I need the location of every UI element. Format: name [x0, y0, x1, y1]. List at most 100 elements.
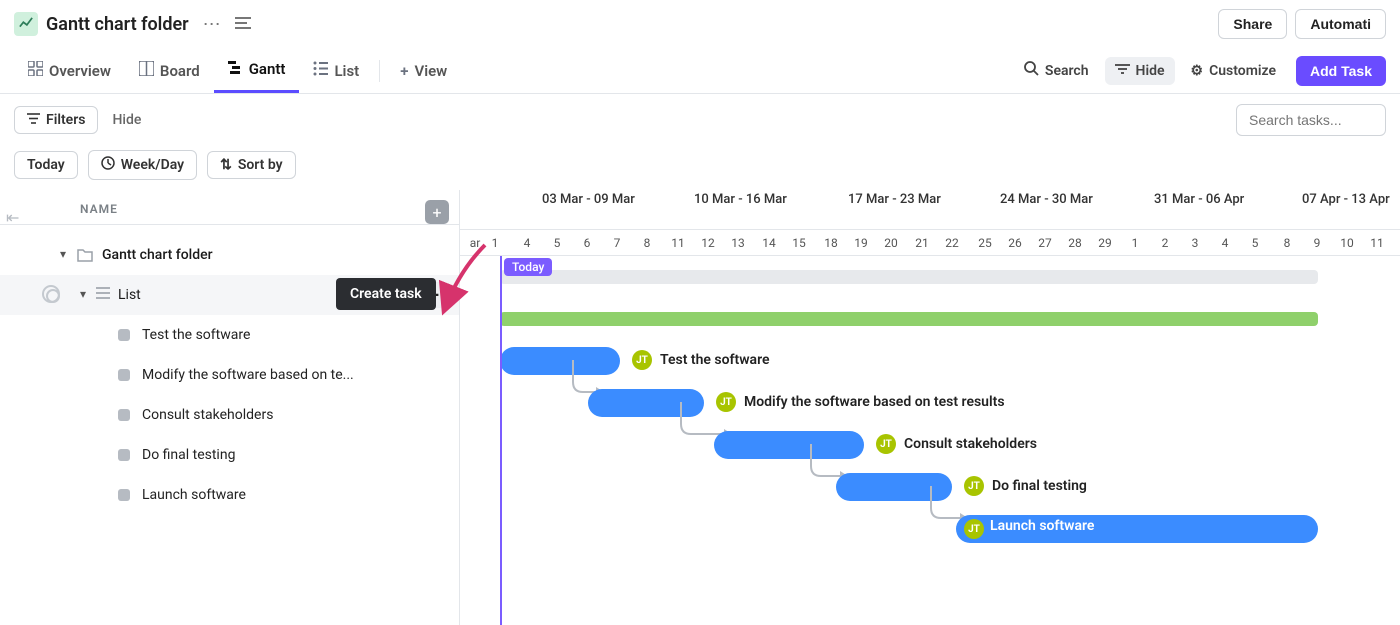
tab-board[interactable]: Board — [125, 48, 214, 93]
filter-row: Filters Hide — [0, 94, 1400, 146]
caret-icon[interactable]: ▾ — [60, 247, 66, 261]
day-cell: 25 — [970, 230, 1000, 256]
hide-icon — [1115, 63, 1130, 79]
automation-button[interactable]: Automati — [1295, 9, 1386, 39]
day-cell: 27 — [1030, 230, 1060, 256]
share-button[interactable]: Share — [1218, 9, 1287, 39]
week-label: 17 Mar - 23 Mar — [848, 192, 941, 207]
day-cell: 10 — [1332, 230, 1362, 256]
tab-gantt[interactable]: Gantt — [214, 48, 300, 93]
status-dot-icon — [118, 489, 130, 501]
task-row[interactable]: Consult stakeholders — [0, 395, 459, 435]
assignee-avatar[interactable]: JT — [632, 350, 652, 370]
gantt-row-folder — [460, 256, 1400, 298]
task-row[interactable]: Modify the software based on te... — [0, 355, 459, 395]
gantt-chart[interactable]: 03 Mar - 09 Mar 10 Mar - 16 Mar 17 Mar - 2… — [460, 190, 1400, 625]
status-dot-icon — [118, 449, 130, 461]
task-name: Modify the software based on te... — [142, 367, 354, 383]
label: Today — [27, 157, 65, 173]
status-dot-icon — [118, 409, 130, 421]
today-button[interactable]: Today — [14, 151, 78, 179]
search-icon — [1024, 61, 1039, 80]
main: ⇤ NAME + ▾ Gantt chart folder ▾ List — [0, 190, 1400, 625]
customize-button[interactable]: ⚙ Customize — [1181, 57, 1287, 85]
task-row[interactable]: Launch software — [0, 475, 459, 515]
topbar: Gantt chart folder ⋯ Share Automati — [0, 0, 1400, 48]
chart-icon — [14, 12, 38, 36]
folder-icon — [76, 246, 94, 264]
create-task-tooltip: Create task — [336, 278, 436, 310]
add-task-button[interactable]: Add Task — [1296, 56, 1386, 86]
folder-bar[interactable] — [500, 270, 1318, 284]
task-name: Test the software — [142, 327, 250, 343]
sort-icon: ⇅ — [220, 157, 232, 173]
week-label: 10 Mar - 16 Mar — [694, 192, 787, 207]
day-cell: 21 — [907, 230, 937, 256]
gantt-rows: JT Test the software JT Modify the softwar… — [460, 256, 1400, 550]
gantt-row-task: JTConsult stakeholders — [460, 424, 1400, 466]
add-view-button[interactable]: + View — [386, 48, 461, 93]
assignee-avatar[interactable]: JT — [716, 392, 736, 412]
collapse-sidebar-icon[interactable]: ⇤ — [6, 208, 19, 227]
task-row[interactable]: Do final testing — [0, 435, 459, 475]
task-bar[interactable] — [836, 473, 952, 501]
assignee-avatar[interactable]: JT — [964, 519, 984, 539]
label: Sort by — [238, 157, 283, 173]
list-icon — [96, 287, 110, 303]
search-button[interactable]: Search — [1014, 55, 1099, 86]
filter-icon — [27, 112, 40, 128]
weekday-button[interactable]: Week/Day — [88, 150, 197, 180]
hide-button[interactable]: Hide — [1105, 57, 1175, 85]
tab-label: Gantt — [249, 60, 286, 78]
task-name: Do final testing — [142, 447, 235, 463]
grid-icon — [28, 61, 43, 80]
search-tasks-input[interactable] — [1236, 104, 1386, 136]
page-title: Gantt chart folder — [46, 14, 189, 35]
add-column-button[interactable]: + — [425, 200, 449, 224]
more-icon[interactable]: ⋯ — [203, 14, 221, 35]
day-cell: 13 — [723, 230, 753, 256]
week-label: 03 Mar - 09 Mar — [542, 192, 635, 207]
view-tabs: Overview Board Gantt List + View Search … — [0, 48, 1400, 94]
tab-label: View — [414, 62, 447, 80]
gantt-icon — [228, 60, 243, 79]
day-cell: 12 — [693, 230, 723, 256]
list-icon — [313, 61, 328, 80]
day-cell: 14 — [754, 230, 784, 256]
task-bar[interactable] — [500, 347, 620, 375]
task-row[interactable]: Test the software — [0, 315, 459, 355]
tab-label: Board — [160, 62, 200, 80]
task-bar[interactable] — [714, 431, 864, 459]
folder-row[interactable]: ▾ Gantt chart folder — [0, 235, 459, 275]
day-cell: 26 — [1000, 230, 1030, 256]
day-cell: 1 — [1120, 230, 1150, 256]
assignee-avatar[interactable]: JT — [964, 476, 984, 496]
day-cell: 4 — [1210, 230, 1240, 256]
task-label: Modify the software based on test result… — [744, 394, 1005, 410]
column-header: NAME + — [0, 194, 459, 225]
assignee-avatar[interactable]: JT — [876, 434, 896, 454]
filters-button[interactable]: Filters — [14, 106, 98, 134]
day-cell: 29 — [1090, 230, 1120, 256]
today-badge: Today — [504, 258, 552, 276]
list-bar[interactable] — [500, 312, 1318, 326]
collapse-icon[interactable] — [235, 14, 251, 35]
day-cell: 2 — [1150, 230, 1180, 256]
gantt-row-task: JT Launch software — [460, 508, 1400, 550]
column-name-label: NAME — [80, 202, 118, 216]
list-name: List — [118, 287, 141, 303]
task-bar[interactable] — [588, 389, 704, 417]
tab-label: Overview — [49, 62, 111, 80]
caret-icon[interactable]: ▾ — [80, 287, 86, 301]
task-tree: ▾ Gantt chart folder ▾ List → + Test the… — [0, 225, 459, 515]
calendar-icon — [101, 156, 115, 174]
tab-list[interactable]: List — [299, 48, 373, 93]
hide-link[interactable]: Hide — [112, 112, 141, 128]
sortby-button[interactable]: ⇅ Sort by — [207, 151, 296, 179]
day-cell: 12 — [1392, 230, 1400, 256]
tab-label: List — [334, 62, 359, 80]
task-name: Launch software — [142, 487, 246, 503]
task-label: Test the software — [660, 352, 770, 368]
day-cell: 5 — [542, 230, 572, 256]
tab-overview[interactable]: Overview — [14, 48, 125, 93]
